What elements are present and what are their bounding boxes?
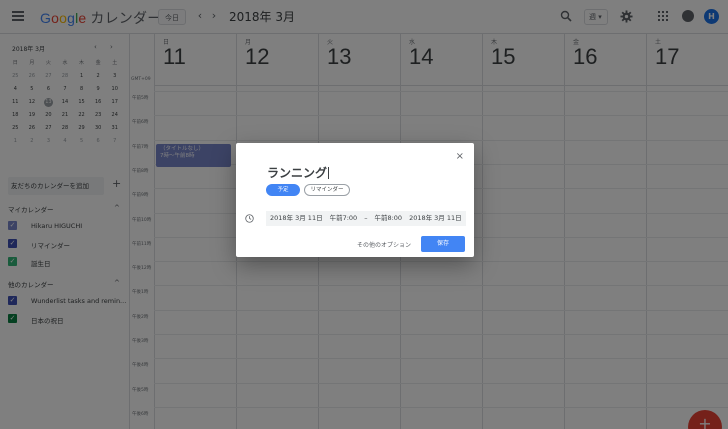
event-title-value: ランニング — [267, 166, 328, 180]
reminder-type-chip[interactable]: リマインダー — [304, 184, 350, 196]
text-cursor — [328, 167, 330, 179]
quick-event-dialog: × ランニング 予定 リマインダー 2018年 3月 11日 午前7:00– 午前8… — [236, 143, 474, 257]
time-separator: – — [364, 214, 368, 222]
more-options-link[interactable]: その他のオプション — [357, 240, 411, 249]
close-icon[interactable]: × — [456, 151, 464, 162]
start-date-field[interactable]: 2018年 3月 11日 — [270, 214, 323, 222]
start-time-field[interactable]: 午前7:00 — [330, 214, 358, 222]
event-datetime-row[interactable]: 2018年 3月 11日 午前7:00– 午前8:00 2018年 3月 11日 — [266, 211, 466, 226]
end-date-field[interactable]: 2018年 3月 11日 — [409, 214, 462, 222]
clock-icon — [245, 214, 254, 223]
end-time-field[interactable]: 午前8:00 — [374, 214, 402, 222]
event-title-input[interactable]: ランニング — [267, 164, 447, 181]
save-button[interactable]: 保存 — [421, 236, 465, 252]
event-type-chip[interactable]: 予定 — [266, 184, 300, 196]
